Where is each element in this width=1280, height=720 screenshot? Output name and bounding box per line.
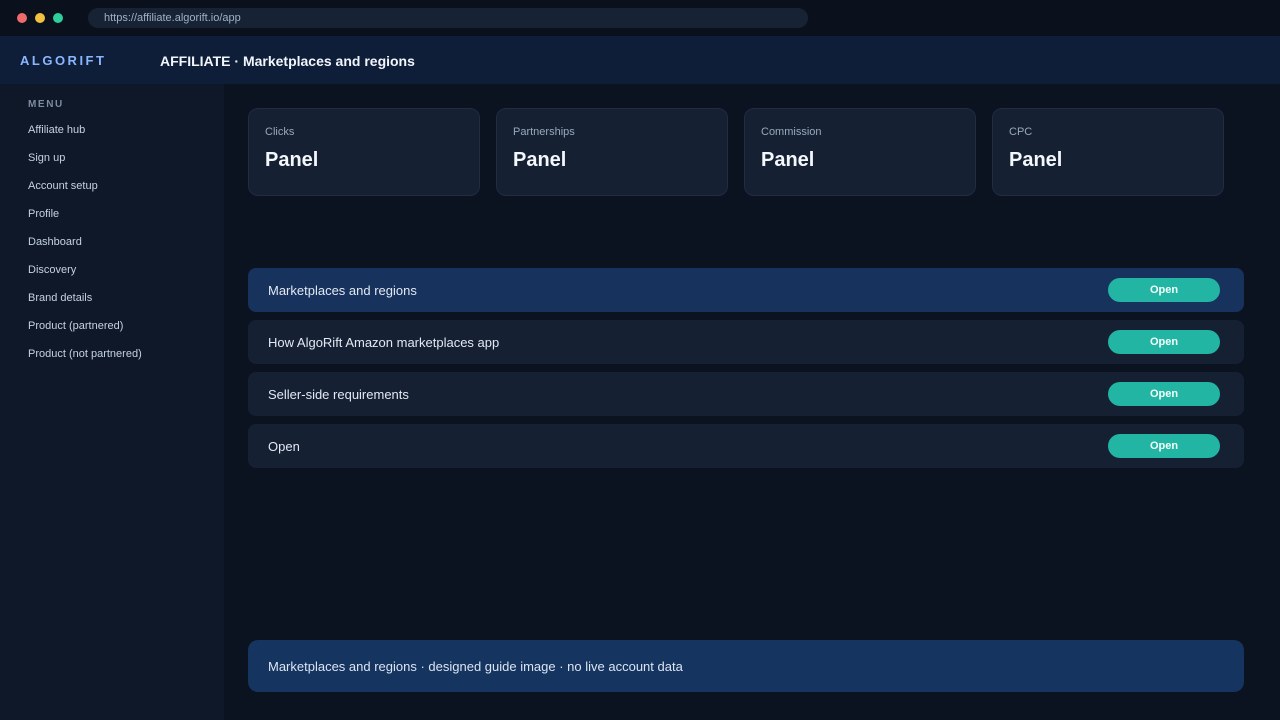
stat-card-partnerships: Partnerships Panel — [496, 108, 728, 196]
stat-value: Panel — [513, 149, 567, 171]
maximize-window-icon[interactable] — [53, 13, 63, 23]
app-header: ALGORIFT AFFILIATE · Marketplaces and re… — [0, 36, 1280, 84]
open-button[interactable]: Open — [1108, 382, 1220, 406]
stat-label: CPC — [1009, 126, 1033, 138]
list-item-seller-side-requirements[interactable]: Seller-side requirements Open — [248, 372, 1244, 416]
stat-value: Panel — [265, 149, 319, 171]
sidebar: MENU Affiliate hub Sign up Account setup… — [0, 84, 224, 720]
open-button[interactable]: Open — [1108, 278, 1220, 302]
list-item-label: Marketplaces and regions — [268, 283, 417, 298]
browser-bar: https://affiliate.algorift.io/app — [0, 0, 1280, 36]
open-button[interactable]: Open — [1108, 330, 1220, 354]
minimize-window-icon[interactable] — [35, 13, 45, 23]
sidebar-item-discovery[interactable]: Discovery — [28, 260, 142, 288]
sidebar-item-account-setup[interactable]: Account setup — [28, 176, 142, 204]
list-item-label: Open — [268, 439, 300, 454]
close-window-icon[interactable] — [17, 13, 27, 23]
sidebar-item-affiliate-hub[interactable]: Affiliate hub — [28, 120, 142, 148]
stat-card-commission: Commission Panel — [744, 108, 976, 196]
stat-label: Clicks — [265, 126, 295, 138]
list-item-label: How AlgoRift Amazon marketplaces app — [268, 335, 500, 350]
sidebar-item-product-not-partnered[interactable]: Product (not partnered) — [28, 344, 142, 372]
stat-value: Panel — [761, 149, 815, 171]
stat-label: Partnerships — [513, 126, 575, 138]
main-content: Clicks Panel Partnerships Panel Commissi… — [224, 84, 1280, 720]
menu-heading: MENU — [28, 99, 64, 110]
sidebar-item-dashboard[interactable]: Dashboard — [28, 232, 142, 260]
sidebar-item-product-partnered[interactable]: Product (partnered) — [28, 316, 142, 344]
page-title: AFFILIATE · Marketplaces and regions — [160, 53, 415, 69]
list-item-open[interactable]: Open Open — [248, 424, 1244, 468]
stat-value: Panel — [1009, 149, 1063, 171]
open-button[interactable]: Open — [1108, 434, 1220, 458]
sidebar-item-brand-details[interactable]: Brand details — [28, 288, 142, 316]
sidebar-nav: Affiliate hub Sign up Account setup Prof… — [28, 120, 142, 372]
brand-logo[interactable]: ALGORIFT — [20, 36, 106, 86]
sidebar-item-profile[interactable]: Profile — [28, 204, 142, 232]
stat-card-clicks: Clicks Panel — [248, 108, 480, 196]
list-item-marketplaces-and-regions[interactable]: Marketplaces and regions Open — [248, 268, 1244, 312]
list-item-label: Seller-side requirements — [268, 387, 409, 402]
stat-label: Commission — [761, 126, 822, 138]
footer-note: Marketplaces and regions · designed guid… — [248, 640, 1244, 692]
list-item-how-algorift-app[interactable]: How AlgoRift Amazon marketplaces app Ope… — [248, 320, 1244, 364]
sidebar-item-sign-up[interactable]: Sign up — [28, 148, 142, 176]
stat-card-cpc: CPC Panel — [992, 108, 1224, 196]
address-bar[interactable]: https://affiliate.algorift.io/app — [88, 8, 808, 28]
